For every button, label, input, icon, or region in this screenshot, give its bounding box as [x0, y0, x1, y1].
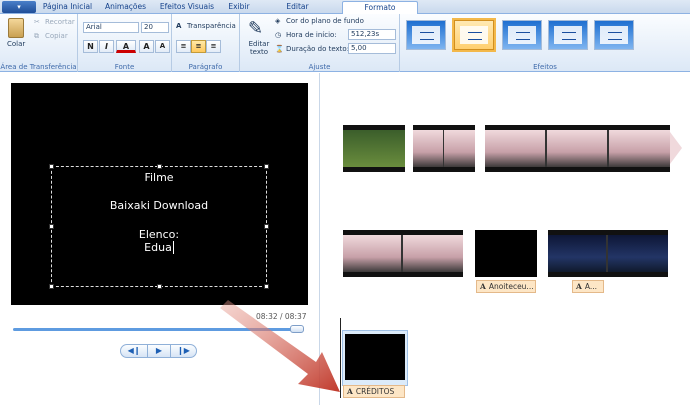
clip-continuation-arrow [670, 132, 682, 164]
tab-efeitos-visuais[interactable]: Efeitos Visuais [156, 1, 218, 14]
video-clip[interactable] [343, 230, 463, 277]
background-color-button[interactable]: Cor do plano de fundo [286, 17, 364, 25]
align-right-button[interactable]: ≡ [206, 40, 221, 53]
copy-button[interactable]: Copiar [45, 32, 68, 40]
tab-editar[interactable]: Editar [275, 1, 320, 14]
shrink-font-button[interactable]: A [155, 40, 170, 53]
text-icon: A [480, 282, 486, 291]
duration-icon: ⌛ [275, 45, 284, 53]
paragraph-group-label: Parágrafo [188, 63, 223, 71]
align-center-button[interactable]: ≡ [191, 40, 206, 53]
caption-clip[interactable]: A Anoiteceu... [476, 280, 536, 293]
video-clip[interactable] [548, 230, 668, 277]
resize-handle[interactable] [157, 284, 162, 289]
ribbon: Colar ✂ Recortar ⧉ Copiar Área de Transf… [0, 14, 690, 72]
paste-icon [8, 18, 24, 38]
font-color-button[interactable]: A [116, 40, 136, 53]
effect-scroll-up[interactable] [452, 18, 496, 52]
font-family-select[interactable]: Arial [83, 22, 139, 33]
clipboard-group: Colar ✂ Recortar ⧉ Copiar Área de Transf… [0, 14, 78, 72]
tab-bar: ▾ Página Inicial Animações Efeitos Visua… [0, 0, 690, 14]
annotation-arrow [220, 300, 340, 392]
grow-font-button[interactable]: A [139, 40, 154, 53]
caption-line-cast-name: Edua [144, 241, 174, 254]
resize-handle[interactable] [157, 164, 162, 169]
duration-label: Duração do texto: [286, 45, 350, 53]
font-group: Arial 20 N I A A A Fonte [78, 14, 172, 72]
transparency-button[interactable]: Transparência [187, 22, 236, 30]
app-menu-button[interactable]: ▾ [2, 1, 36, 13]
duration-select[interactable]: 5,00 [348, 43, 396, 54]
credits-clip[interactable] [345, 334, 405, 380]
paragraph-group: A Transparência ≡ ≡ ≡ Parágrafo [172, 14, 240, 72]
resize-handle[interactable] [264, 284, 269, 289]
start-time-input[interactable]: 512,23s [348, 29, 396, 40]
edit-text-button[interactable]: Editar texto [246, 40, 272, 56]
caption-line-cast-label: Elenco: [138, 228, 180, 241]
transparency-icon: A [176, 22, 182, 30]
resize-handle[interactable] [49, 284, 54, 289]
edit-text-icon: ✎ [248, 18, 264, 39]
clock-icon: ◷ [275, 31, 282, 39]
font-group-label: Fonte [114, 63, 135, 71]
caption-clip[interactable]: A A... [572, 280, 604, 293]
play-button[interactable]: ▶ [147, 344, 171, 358]
cut-button[interactable]: Recortar [45, 18, 75, 26]
video-clip[interactable] [413, 125, 475, 172]
next-frame-button[interactable]: ❙▶ [170, 344, 197, 358]
italic-button[interactable]: I [99, 40, 114, 53]
caption-line-subtitle: Baixaki Download [109, 199, 209, 212]
start-time-label: Hora de início: [286, 31, 337, 39]
title-clip[interactable] [475, 230, 537, 277]
bucket-icon: ◈ [275, 17, 281, 25]
tab-pagina-inicial[interactable]: Página Inicial [40, 1, 95, 14]
effect-zoom[interactable] [548, 20, 588, 50]
adjust-group-label: Ajuste [308, 63, 331, 71]
previous-frame-button[interactable]: ◀❙ [120, 344, 148, 358]
tab-formato[interactable]: Formato [342, 1, 418, 14]
scissors-icon: ✂ [34, 18, 40, 26]
credits-caption[interactable]: A CRÉDITOS [343, 385, 405, 398]
caption-line-title: Filme [144, 171, 174, 184]
resize-handle[interactable] [49, 164, 54, 169]
copy-icon: ⧉ [34, 32, 39, 40]
tab-exibir[interactable]: Exibir [220, 1, 258, 14]
video-clip[interactable] [343, 125, 405, 172]
adjust-group: ✎ Editar texto ◈ Cor do plano de fundo ◷… [240, 14, 400, 72]
text-selection-box[interactable] [51, 166, 267, 287]
effects-group: Efeitos [400, 14, 690, 72]
align-left-button[interactable]: ≡ [176, 40, 191, 53]
effect-fly[interactable] [502, 20, 542, 50]
effects-group-label: Efeitos [533, 63, 557, 71]
paste-button[interactable]: Colar [7, 40, 25, 48]
resize-handle[interactable] [264, 164, 269, 169]
effect-expand[interactable] [594, 20, 634, 50]
effect-scroll-left[interactable] [406, 20, 446, 50]
font-size-select[interactable]: 20 [141, 22, 169, 33]
video-clip[interactable] [485, 125, 670, 172]
text-icon: A [576, 282, 582, 291]
tab-animacoes[interactable]: Animações [97, 1, 154, 14]
bold-button[interactable]: N [83, 40, 98, 53]
clipboard-group-label: Área de Transferência [0, 63, 77, 71]
